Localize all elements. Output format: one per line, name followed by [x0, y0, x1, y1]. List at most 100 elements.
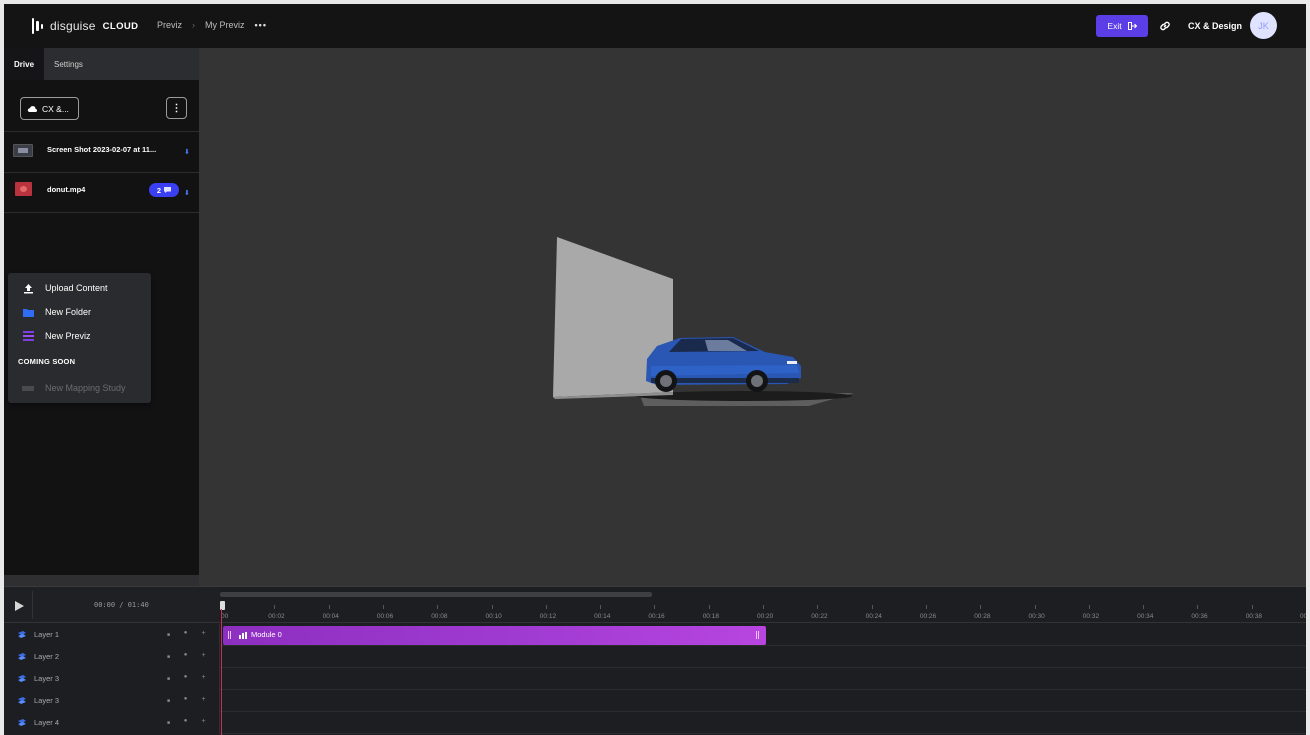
tick-mark — [328, 605, 330, 609]
drive-selector-button[interactable]: CX &... — [20, 97, 79, 120]
visibility-icon[interactable]: ● — [181, 674, 190, 680]
disguise-logo[interactable]: disguise CLOUD — [32, 16, 138, 36]
add-content-menu: Upload Content New Folder New Previz COM… — [8, 273, 151, 403]
comments-badge[interactable]: 2 — [149, 183, 179, 197]
tick-mark — [1034, 605, 1036, 609]
timeline-scrollbar[interactable] — [220, 592, 652, 597]
tick-label: 00 — [1300, 613, 1306, 620]
lock-icon[interactable]: ■ — [164, 698, 173, 704]
layer-row[interactable]: Layer 1 ■ ● + Module 0 — [4, 624, 1306, 646]
clip-start-handle-icon[interactable] — [228, 631, 231, 639]
visibility-icon[interactable]: ● — [181, 652, 190, 658]
layer-name[interactable]: Layer 3 — [34, 674, 59, 683]
sidebar: Drive Settings CX &... ⋮ Screen Shot 202… — [4, 48, 199, 575]
tick-label: 00:12 — [539, 613, 557, 620]
menu-item-new-previz[interactable]: New Previz — [8, 325, 151, 347]
visibility-icon[interactable]: ● — [181, 630, 190, 636]
mapping-icon — [22, 382, 34, 394]
clip-end-handle-icon[interactable] — [756, 631, 759, 639]
org-name[interactable]: CX & Design — [1188, 21, 1242, 31]
layer-name[interactable]: Layer 4 — [34, 718, 59, 727]
brand-word: disguise — [50, 19, 96, 33]
previz-viewport[interactable] — [199, 48, 1306, 586]
exit-button[interactable]: Exit — [1096, 15, 1148, 37]
menu-item-new-folder[interactable]: New Folder — [8, 301, 151, 323]
download-icon[interactable]: ⬇ — [184, 148, 190, 156]
layer-name[interactable]: Layer 2 — [34, 652, 59, 661]
menu-item-upload-content[interactable]: Upload Content — [8, 277, 151, 299]
layer-name[interactable]: Layer 1 — [34, 630, 59, 639]
breadcrumb-separator-icon: › — [192, 20, 196, 30]
sidebar-tabs: Drive Settings — [4, 48, 199, 80]
add-icon[interactable]: + — [199, 652, 208, 659]
layer-row[interactable]: Layer 3 ■ ● + — [4, 690, 1306, 712]
more-options-icon[interactable]: ••• — [255, 20, 267, 30]
tick-mark — [1251, 605, 1253, 609]
drive-options-button[interactable]: ⋮ — [166, 97, 187, 119]
upload-icon — [22, 282, 34, 294]
file-row[interactable]: donut.mp4 2 ⬇ — [4, 173, 199, 213]
file-row[interactable]: Screen Shot 2023-02-07 at 11... ⬇ — [4, 132, 199, 172]
comment-count: 2 — [156, 185, 162, 195]
visibility-icon[interactable]: ● — [181, 696, 190, 702]
tick-mark — [925, 605, 927, 609]
add-icon[interactable]: + — [199, 696, 208, 703]
tick-mark — [1088, 605, 1090, 609]
add-icon[interactable]: + — [199, 630, 208, 637]
divider — [32, 591, 33, 619]
share-link-icon[interactable] — [1158, 19, 1172, 33]
layer-icon — [18, 675, 26, 682]
add-icon[interactable]: + — [199, 718, 208, 725]
file-name: donut.mp4 — [47, 185, 86, 194]
coming-soon-heading: COMING SOON — [18, 357, 76, 366]
layer-icon — [18, 719, 26, 726]
lock-icon[interactable]: ■ — [164, 632, 173, 638]
tick-label: 00:08 — [431, 613, 448, 620]
cloud-drive-icon — [27, 105, 37, 112]
lock-icon[interactable]: ■ — [164, 676, 173, 682]
tick-mark — [871, 605, 873, 609]
avatar[interactable]: JK — [1250, 12, 1277, 39]
time-ruler[interactable]: 00 00:02 00:04 00:06 00:08 00:10 00:12 00:14 00:… — [220, 605, 1306, 623]
layer-header: Layer 2 ■ ● + — [4, 646, 220, 668]
tab-drive[interactable]: Drive — [4, 48, 45, 80]
tick-label: 00:02 — [268, 613, 285, 620]
breadcrumb-previz[interactable]: Previz — [157, 20, 182, 30]
previz-icon — [22, 330, 34, 342]
layer-header: Layer 3 ■ ● + — [4, 690, 220, 712]
tab-settings[interactable]: Settings — [44, 48, 93, 80]
layer-name[interactable]: Layer 3 — [34, 696, 59, 705]
visibility-icon[interactable]: ● — [181, 718, 190, 724]
tick-mark — [980, 605, 982, 609]
layer-icon — [18, 697, 26, 704]
play-icon[interactable] — [12, 599, 26, 613]
scene-render — [553, 237, 854, 406]
layer-row[interactable]: Layer 3 ■ ● + — [4, 668, 1306, 690]
layer-header: Layer 4 ■ ● + — [4, 712, 220, 734]
transport-controls: 00:00 / 01:40 — [4, 587, 220, 623]
lock-icon[interactable]: ■ — [164, 720, 173, 726]
tick-mark — [1143, 605, 1145, 609]
logo-icon — [32, 16, 43, 36]
tick-label: 00:28 — [974, 613, 991, 620]
tick-label: 00:36 — [1191, 613, 1208, 620]
timeline-clip[interactable]: Module 0 — [223, 626, 766, 645]
tick-label: 00:38 — [1245, 613, 1262, 620]
tick-label: 00:34 — [1137, 613, 1154, 620]
layer-row[interactable]: Layer 2 ■ ● + — [4, 646, 1306, 668]
breadcrumb-my-previz[interactable]: My Previz — [205, 20, 245, 30]
menu-item-label: Upload Content — [45, 283, 108, 293]
download-icon[interactable]: ⬇ — [184, 189, 190, 197]
add-icon[interactable]: + — [199, 674, 208, 681]
tick-label: 00:30 — [1028, 613, 1045, 620]
tick-label: 00:20 — [757, 613, 774, 620]
tick-mark — [491, 605, 493, 609]
top-bar: disguise CLOUD Previz › My Previz ••• Ex… — [4, 4, 1306, 48]
tick-label: 00:26 — [919, 613, 937, 620]
layer-row[interactable]: Layer 4 ■ ● + — [4, 712, 1306, 734]
tick-mark — [274, 605, 276, 609]
tick-mark — [545, 605, 547, 609]
tick-mark — [708, 605, 710, 609]
playhead-line — [221, 609, 222, 735]
lock-icon[interactable]: ■ — [164, 654, 173, 660]
